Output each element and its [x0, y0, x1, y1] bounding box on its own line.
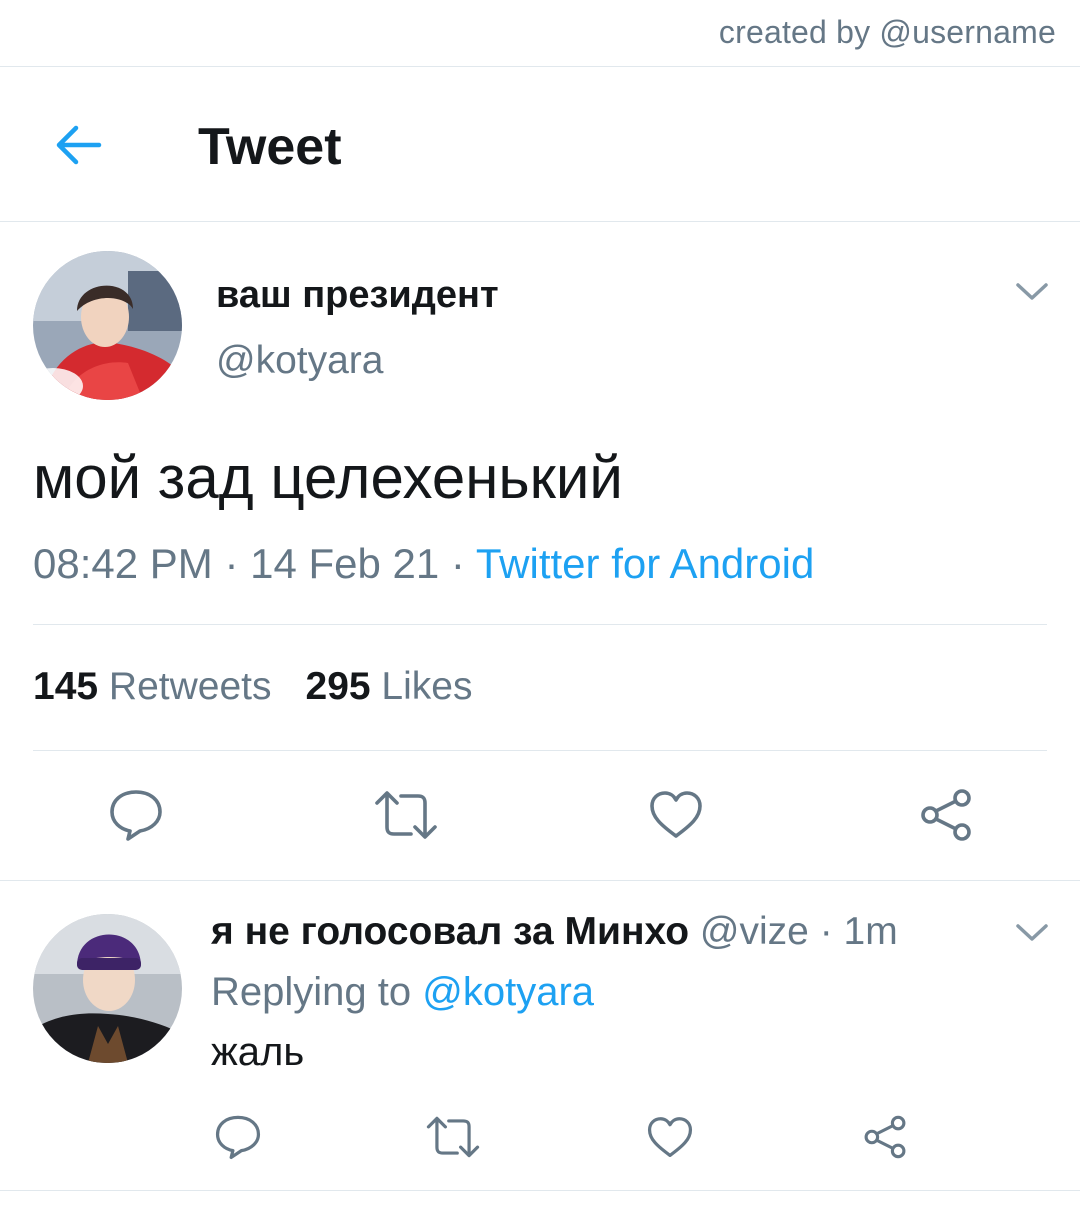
reply-reply-button[interactable] [212, 1112, 264, 1162]
tweet-stats: 145 Retweets 295 Likes [33, 665, 472, 709]
reply-button[interactable] [106, 786, 166, 844]
tweet-meta: 08:42 PM · 14 Feb 21 · Twitter for Andro… [33, 540, 814, 588]
share-button[interactable] [916, 786, 976, 844]
likes-count: 295 [305, 665, 371, 708]
retweets-count: 145 [33, 665, 99, 708]
reply-retweet-button[interactable] [424, 1114, 482, 1160]
like-icon [650, 791, 702, 838]
likes-label: Likes [381, 665, 473, 708]
chevron-down-icon [1016, 924, 1048, 941]
replying-handle-link[interactable]: @kotyara [422, 970, 594, 1014]
page-title: Tweet [198, 118, 342, 176]
reply-avatar[interactable] [33, 914, 182, 1063]
reply-options-button[interactable] [1012, 918, 1052, 948]
like-icon [647, 1116, 693, 1157]
author-handle[interactable]: @kotyara [216, 339, 383, 383]
share-icon [921, 789, 971, 841]
divider [33, 624, 1047, 625]
like-button[interactable] [648, 788, 704, 842]
reply-icon [110, 790, 162, 841]
meta-separator: · [212, 540, 251, 587]
author-display-name[interactable]: ваш президент [216, 274, 499, 317]
tweet-source-link[interactable]: Twitter for Android [476, 540, 814, 587]
reply-display-name[interactable]: я не голосовал за Минхо [211, 910, 689, 953]
avatar[interactable] [33, 251, 182, 400]
meta-separator: · [808, 910, 844, 953]
chevron-down-icon [1016, 283, 1048, 300]
divider [0, 221, 1080, 222]
meta-separator: · [439, 540, 476, 587]
reply-header: я не голосовал за Минхо @vize · 1m [211, 910, 898, 954]
reply-time: 1m [843, 910, 898, 953]
tweet-date: 14 Feb 21 [250, 540, 440, 587]
replying-label: Replying to [211, 970, 412, 1014]
tweet-options-button[interactable] [1012, 277, 1052, 307]
tweet-time: 08:42 PM [33, 540, 213, 587]
reply-share-button[interactable] [860, 1112, 910, 1162]
reply-text: жаль [211, 1030, 305, 1074]
likes-stat[interactable]: 295 Likes [306, 665, 473, 708]
app-header: Tweet [0, 67, 1080, 221]
arrow-left-icon [56, 125, 102, 165]
reply-handle[interactable]: @vize [700, 910, 809, 953]
retweet-icon [375, 791, 437, 839]
credit-text: created by @username [718, 14, 1056, 50]
tweet-text: мой зад целехенький [33, 444, 623, 511]
retweet-button[interactable] [372, 788, 440, 842]
divider [33, 750, 1047, 751]
divider [0, 1190, 1080, 1191]
retweets-label: Retweets [108, 665, 272, 708]
reply-icon [215, 1115, 261, 1160]
divider [0, 880, 1080, 881]
share-icon [864, 1115, 906, 1159]
retweets-stat[interactable]: 145 Retweets [33, 665, 272, 708]
reply-like-button[interactable] [645, 1114, 695, 1160]
retweet-icon [426, 1116, 480, 1158]
replying-to: Replying to @kotyara [211, 970, 594, 1015]
back-button[interactable] [44, 115, 112, 175]
